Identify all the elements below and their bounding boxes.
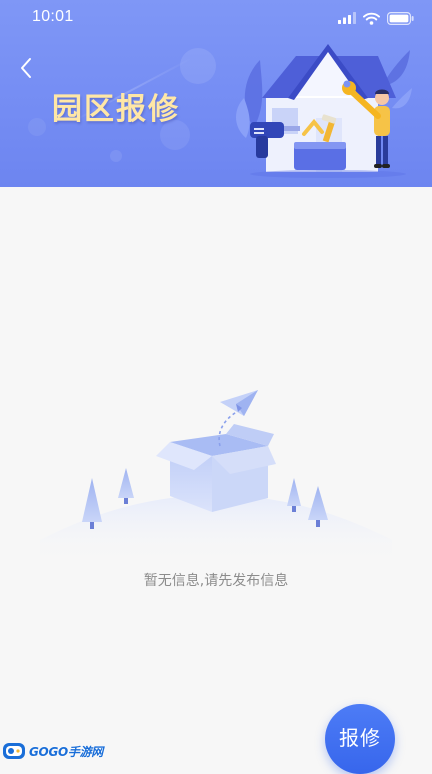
signal-icon [338, 12, 356, 24]
back-button[interactable] [12, 54, 40, 82]
header: 10:01 园区报修 [0, 0, 432, 187]
watermark-text: GOGO手游网 [29, 744, 104, 759]
wifi-icon [363, 12, 380, 25]
status-time: 10:01 [32, 8, 74, 25]
empty-message: 暂无信息,请先发布信息 [143, 573, 289, 589]
page-title: 园区报修 [52, 92, 180, 127]
gamepad-logo-icon [3, 743, 25, 759]
decor-bubble [110, 150, 122, 162]
chevron-left-icon [21, 58, 31, 78]
open-box-paper-plane-illustration [40, 390, 392, 565]
status-icons [338, 9, 414, 27]
report-repair-button[interactable]: 报修 [325, 704, 395, 774]
report-repair-label: 报修 [339, 725, 381, 750]
decor-bubble [180, 48, 216, 84]
watermark: GOGO手游网 [2, 738, 103, 764]
house-repair-illustration [236, 44, 412, 178]
decor-bubble [28, 118, 46, 136]
status-bar: 10:01 [0, 0, 432, 36]
battery-icon [387, 11, 414, 25]
